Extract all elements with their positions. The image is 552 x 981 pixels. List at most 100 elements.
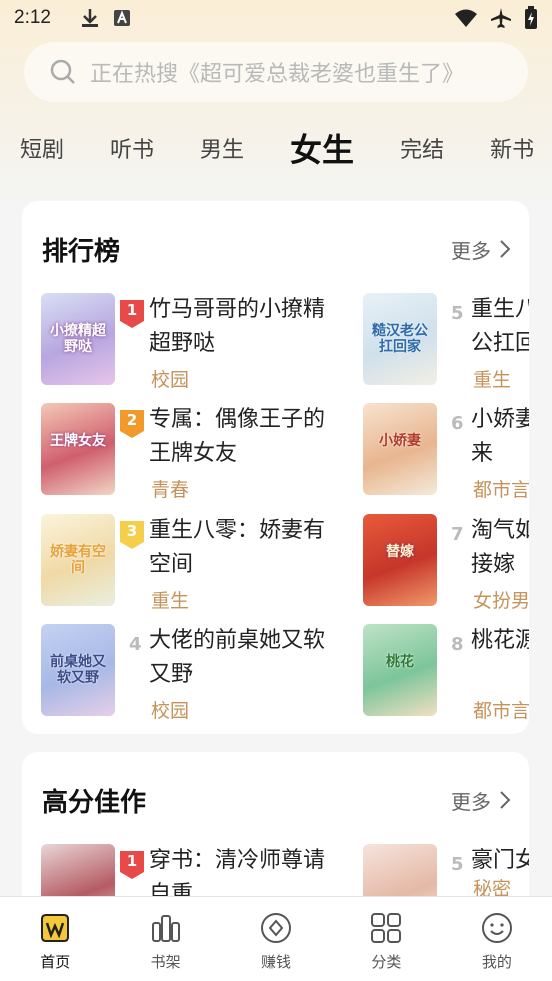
rank-number: 1 bbox=[126, 301, 138, 319]
high-score-more-link[interactable]: 更多 bbox=[451, 786, 511, 815]
tab-male[interactable]: 男生 bbox=[200, 132, 244, 164]
book-tag: 女扮男 bbox=[473, 590, 529, 612]
ranking-book-item[interactable]: 小撩精超野哒 1 竹马哥哥的小撩精超野哒 校园 bbox=[41, 293, 361, 391]
cover-title: 桃花 bbox=[386, 654, 414, 670]
book-tag: 重生 bbox=[473, 369, 512, 391]
rank-badge: 1 bbox=[119, 299, 145, 329]
tab-new-books[interactable]: 新书 bbox=[490, 132, 534, 164]
chevron-right-icon bbox=[500, 791, 511, 809]
book-cover: 替嫁 bbox=[363, 514, 437, 606]
search-bar[interactable]: 正在热搜《超可爱总裁老婆也重生了》 bbox=[24, 42, 528, 102]
ranking-book-item[interactable]: 桃花 8 桃花源 都市言 bbox=[363, 624, 529, 722]
ranking-card: 排行榜 更多 小撩精超野哒 1 竹马哥哥的小撩精超野哒 校园 王牌女友 2 专属… bbox=[22, 201, 529, 734]
rank-number: 5 bbox=[451, 303, 464, 324]
ranking-book-item[interactable]: 娇妻有空间 3 重生八零：娇妻有空间 重生 bbox=[41, 514, 361, 612]
rank-number: 2 bbox=[126, 411, 138, 429]
high-score-card: 高分佳作 更多 1 穿书：清冷师尊请自重 5 豪门女 秘密 bbox=[22, 752, 529, 912]
book-title-line: 小娇妻 bbox=[471, 407, 529, 432]
rank-number: 3 bbox=[126, 522, 138, 540]
search-placeholder: 正在热搜《超可爱总裁老婆也重生了》 bbox=[90, 62, 465, 87]
book-title-line: 公扛回 bbox=[471, 331, 529, 356]
cover-title: 糙汉老公扛回家 bbox=[372, 323, 428, 355]
rank-number: 7 bbox=[451, 524, 464, 545]
book-cover: 小娇妻 bbox=[363, 403, 437, 495]
rank-number: 8 bbox=[451, 634, 464, 655]
coin-icon bbox=[261, 913, 292, 943]
rank-number: 4 bbox=[129, 634, 142, 655]
book-title: 淘气如 接嫁 bbox=[471, 514, 529, 582]
ranking-book-item[interactable]: 替嫁 7 淘气如 接嫁 女扮男 bbox=[363, 514, 529, 612]
book-title: 重生八 公扛回 bbox=[471, 293, 529, 361]
cover-title: 王牌女友 bbox=[50, 433, 106, 449]
nav-category-label: 分类 bbox=[371, 953, 402, 971]
book-cover: 娇妻有空间 bbox=[41, 514, 115, 606]
book-title: 豪门女 bbox=[471, 848, 529, 873]
home-icon bbox=[41, 914, 70, 942]
tab-female[interactable]: 女生 bbox=[290, 125, 354, 177]
ranking-book-item[interactable]: 糙汉老公扛回家 5 重生八 公扛回 重生 bbox=[363, 293, 529, 391]
tab-audiobook[interactable]: 听书 bbox=[110, 132, 154, 164]
rank-number: 5 bbox=[451, 854, 464, 875]
high-score-more-label: 更多 bbox=[451, 789, 491, 814]
ranking-book-item[interactable]: 前桌她又软又野 4 大佬的前桌她又软又野 校园 bbox=[41, 624, 361, 722]
book-tag: 重生 bbox=[151, 590, 190, 612]
tab-short-drama[interactable]: 短剧 bbox=[20, 132, 64, 164]
bottom-nav: 首页 书架 赚钱 分类 我的 bbox=[0, 896, 552, 981]
status-time: 2:12 bbox=[14, 7, 51, 28]
nav-earn[interactable]: 赚钱 bbox=[221, 897, 331, 981]
nav-bookshelf-label: 书架 bbox=[150, 953, 181, 971]
book-title-line: 桃花源 bbox=[471, 628, 529, 653]
book-cover: 王牌女友 bbox=[41, 403, 115, 495]
nav-bookshelf[interactable]: 书架 bbox=[110, 897, 220, 981]
rank-badge: 1 bbox=[119, 850, 145, 880]
nav-home-label: 首页 bbox=[40, 953, 71, 971]
book-cover: 前桌她又软又野 bbox=[41, 624, 115, 716]
cover-title: 娇妻有空间 bbox=[50, 544, 106, 576]
nav-profile-label: 我的 bbox=[481, 953, 512, 971]
wifi-icon bbox=[455, 9, 477, 27]
airplane-icon bbox=[491, 8, 511, 28]
category-icon bbox=[371, 913, 402, 943]
book-title: 大佬的前桌她又软又野 bbox=[149, 628, 326, 687]
ranking-book-item[interactable]: 小娇妻 6 小娇妻 来 都市言 bbox=[363, 403, 529, 501]
nav-profile[interactable]: 我的 bbox=[442, 897, 552, 981]
book-cover: 糙汉老公扛回家 bbox=[363, 293, 437, 385]
download-icon bbox=[81, 9, 98, 27]
tab-completed[interactable]: 完结 bbox=[400, 132, 444, 164]
rank-number: 1 bbox=[126, 852, 138, 870]
book-tag: 校园 bbox=[151, 369, 190, 391]
nav-home[interactable]: 首页 bbox=[0, 897, 110, 981]
book-title: 竹马哥哥的小撩精超野哒 bbox=[149, 297, 326, 356]
book-title: 专属：偶像王子的王牌女友 bbox=[149, 407, 326, 466]
battery-icon bbox=[525, 6, 537, 29]
book-cover: 桃花 bbox=[363, 624, 437, 716]
rank-number: 6 bbox=[451, 413, 464, 434]
high-score-title: 高分佳作 bbox=[42, 787, 147, 818]
nav-earn-label: 赚钱 bbox=[261, 953, 292, 971]
book-cover: 小撩精超野哒 bbox=[41, 293, 115, 385]
cover-title: 替嫁 bbox=[386, 544, 414, 560]
ranking-header: 排行榜 更多 bbox=[22, 201, 529, 297]
book-tag: 校园 bbox=[151, 700, 190, 722]
ranking-book-item[interactable]: 王牌女友 2 专属：偶像王子的王牌女友 青春 bbox=[41, 403, 361, 501]
search-icon bbox=[50, 59, 75, 84]
ranking-more-link[interactable]: 更多 bbox=[451, 235, 511, 264]
bookshelf-icon bbox=[151, 915, 180, 942]
cover-title: 小娇妻 bbox=[379, 433, 421, 449]
high-score-header: 高分佳作 更多 bbox=[22, 752, 529, 848]
status-bar: 2:12 bbox=[0, 0, 552, 36]
rank-badge: 3 bbox=[119, 520, 145, 550]
cover-title: 前桌她又软又野 bbox=[50, 654, 106, 686]
book-tag: 都市言 bbox=[473, 479, 529, 501]
ranking-more-label: 更多 bbox=[451, 238, 491, 263]
book-title: 桃花源 bbox=[471, 624, 529, 658]
book-title-line: 来 bbox=[471, 441, 494, 466]
book-title-line: 接嫁 bbox=[471, 552, 516, 577]
app-notification-icon bbox=[113, 10, 130, 26]
chevron-right-icon bbox=[500, 240, 511, 258]
book-tag: 青春 bbox=[151, 479, 190, 501]
book-title: 小娇妻 来 bbox=[471, 403, 529, 471]
category-tabs: 短剧 听书 男生 女生 完结 新书 bbox=[0, 118, 552, 178]
profile-icon bbox=[481, 913, 512, 943]
nav-category[interactable]: 分类 bbox=[331, 897, 441, 981]
